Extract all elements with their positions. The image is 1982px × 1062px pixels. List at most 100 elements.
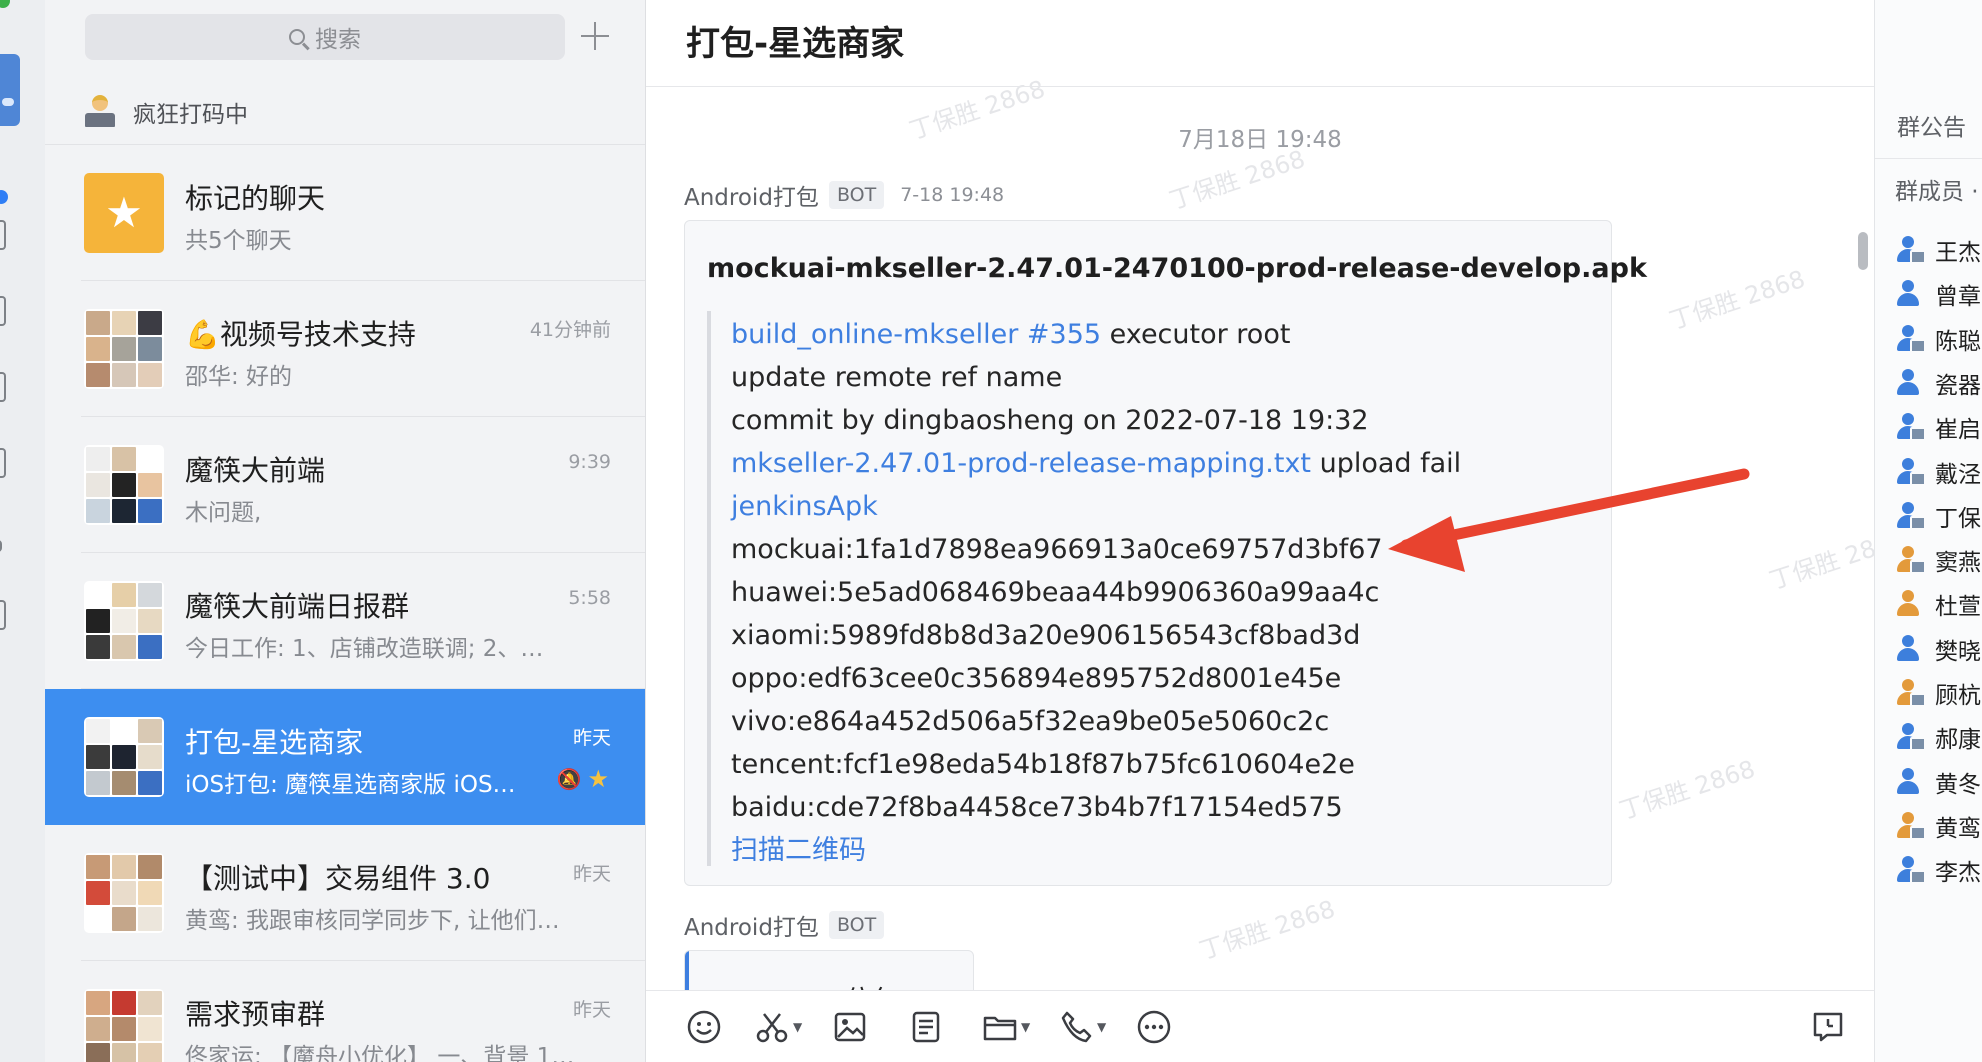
image-button[interactable] xyxy=(832,1009,868,1045)
mapping-link[interactable]: mkseller-2.47.01-prod-release-mapping.tx… xyxy=(731,448,1311,479)
member-name: 瓷器 xyxy=(1935,372,1981,399)
member-item[interactable]: 崔启 xyxy=(1895,407,1981,447)
member-item[interactable]: 王杰 xyxy=(1895,230,1981,270)
rail-apps-icon[interactable] xyxy=(0,540,2,552)
member-item[interactable]: 陈聪 xyxy=(1895,319,1981,359)
conversation-time: 昨天 xyxy=(572,727,611,749)
chat-history-button[interactable] xyxy=(1810,1009,1846,1045)
conversation-name: 魔筷大前端 xyxy=(185,454,326,487)
group-avatar xyxy=(84,717,164,797)
member-list-header[interactable]: 群成员 · xyxy=(1895,172,1979,206)
scrollbar[interactable] xyxy=(1858,232,1868,270)
rail-more-icon[interactable] xyxy=(0,600,6,630)
member-name: 樊晓 xyxy=(1935,638,1981,665)
search-input[interactable]: 搜索 xyxy=(85,14,565,60)
doc-button[interactable] xyxy=(908,1009,944,1045)
group-avatar xyxy=(84,445,164,525)
member-icon xyxy=(1895,368,1921,397)
more-button[interactable] xyxy=(1136,1009,1172,1045)
conversation-preview: 佟家运: 【魔舟小优化】 一、背景 1… xyxy=(185,1044,575,1062)
user-status[interactable]: 疯狂打码中 xyxy=(85,92,248,132)
conversation-list-pane: 搜索 疯狂打码中 ★ 标记的聊天 共5个聊天 💪视频号技术支持 41分钟前 邵华… xyxy=(45,0,646,1062)
message-line: oppo:edf63cee0c356894e895752d8001e45e xyxy=(731,663,1342,694)
document-icon xyxy=(912,1011,940,1043)
rail-docs-icon[interactable] xyxy=(0,220,6,250)
member-name: 陈聪 xyxy=(1935,328,1981,355)
member-item[interactable]: 樊晓 xyxy=(1895,629,1981,669)
member-item[interactable]: 曾章 xyxy=(1895,274,1981,314)
qrcode-link[interactable]: 扫描二维码 xyxy=(731,835,866,866)
watermark: 丁保胜 2868 xyxy=(1765,524,1874,595)
apk-filename: mockuai-mkseller-2.47.01-2470100-prod-re… xyxy=(707,253,1647,284)
member-item[interactable]: 丁保 xyxy=(1895,496,1981,536)
conversation-time: 41分钟前 xyxy=(529,319,611,341)
message-card[interactable]: mockuai-mkseller-2.47.01-2470100-prod-re… xyxy=(684,220,1647,886)
message-line: baidu:cde72f8ba4458ce73b4b7f17154ed575 xyxy=(731,792,1343,823)
member-item[interactable]: 瓷器 xyxy=(1895,363,1981,403)
mute-icon: 🔕 xyxy=(556,767,582,791)
conversation-time: 昨天 xyxy=(572,863,611,885)
conversation-preview: 共5个聊天 xyxy=(185,228,292,254)
rail-workbench-icon[interactable] xyxy=(0,372,6,402)
jenkins-apk-link[interactable]: jenkinsApk xyxy=(731,491,878,522)
group-avatar xyxy=(84,309,164,389)
message-line: mkseller-2.47.01-prod-release-mapping.tx… xyxy=(731,448,1462,479)
member-name: 王杰 xyxy=(1935,240,1981,266)
member-name: 崔启 xyxy=(1935,417,1981,444)
member-icon xyxy=(1895,634,1921,663)
build-link[interactable]: build_online-mkseller #355 xyxy=(731,319,1101,350)
message-sender: Android打包 BOT 7-18 19:48 xyxy=(684,178,1004,212)
date-separator: 7月18日 19:48 xyxy=(1178,127,1342,153)
member-item[interactable]: 黄冬 xyxy=(1895,762,1981,802)
rail-item-messages[interactable] xyxy=(0,54,20,126)
conversation-time: 5:58 xyxy=(568,587,611,609)
conversation-preview: 木问题, xyxy=(185,500,262,526)
conversation-name: 【测试中】交易组件 3.0 xyxy=(185,862,491,895)
group-announcement[interactable]: 群公告 xyxy=(1897,108,1966,142)
conversation-item-active[interactable]: 打包-星选商家 昨天 iOS打包: 魔筷星选商家版 iOS… 🔕 ★ xyxy=(45,689,645,825)
star-icon: ★ xyxy=(587,765,609,793)
conversation-item[interactable]: 【测试中】交易组件 3.0 昨天 黄鸾: 我跟审核同学同步下, 让他们… xyxy=(45,825,645,961)
member-item[interactable]: 黄鸾 xyxy=(1895,806,1981,846)
screenshot-button[interactable]: ▼ xyxy=(754,1009,802,1045)
conversation-preview: 今日工作: 1、店铺改造联调; 2、… xyxy=(185,636,544,662)
member-item[interactable]: 杜萱 xyxy=(1895,584,1981,624)
rail-contacts-icon[interactable] xyxy=(0,448,6,478)
conversation-item[interactable]: 💪视频号技术支持 41分钟前 邵华: 好的 xyxy=(45,281,645,417)
file-button[interactable]: ▼ xyxy=(982,1009,1030,1045)
group-avatar xyxy=(84,581,164,661)
conversation-item[interactable]: 魔筷大前端 9:39 木问题, xyxy=(45,417,645,553)
member-icon xyxy=(1895,767,1921,796)
composer-toolbar: ▼ ▼ ▼ xyxy=(646,990,1874,1062)
member-item[interactable]: 郝康 xyxy=(1895,717,1981,757)
message-line: build_online-mkseller #355 executor root xyxy=(731,319,1291,350)
member-desktop-icon xyxy=(1895,723,1926,752)
quote-bar xyxy=(707,311,711,866)
member-desktop-icon xyxy=(1895,413,1926,442)
call-button[interactable]: ▼ xyxy=(1058,1009,1106,1045)
chevron-down-icon: ▼ xyxy=(1097,1020,1107,1034)
emoji-button[interactable] xyxy=(686,1009,722,1045)
member-item[interactable]: 窦燕 xyxy=(1895,540,1981,580)
member-item[interactable]: 顾杭 xyxy=(1895,673,1981,713)
sender-name[interactable]: Android打包 xyxy=(684,908,819,942)
conversation-item[interactable]: 需求预审群 昨天 佟家运: 【魔舟小优化】 一、背景 1… xyxy=(45,961,645,1062)
message-line: 扫描二维码 xyxy=(731,829,1461,872)
member-name: 黄鸾 xyxy=(1935,815,1981,842)
rail-notification-badge xyxy=(0,190,8,204)
message-line: mockuai:1fa1d7898ea966913a0ce69757d3bf67 xyxy=(731,534,1383,565)
window-control-dot[interactable] xyxy=(0,0,10,8)
member-name: 顾杭 xyxy=(1935,683,1981,709)
rail-calendar-icon[interactable] xyxy=(0,296,6,326)
watermark: 丁保胜 2868 xyxy=(1615,754,1759,825)
conversation-name: 打包-星选商家 xyxy=(185,726,364,759)
conversation-item-marked[interactable]: ★ 标记的聊天 共5个聊天 xyxy=(45,145,645,281)
watermark: 丁保胜 2868 xyxy=(1665,264,1809,335)
conversation-item[interactable]: 魔筷大前端日报群 5:58 今日工作: 1、店铺改造联调; 2、… xyxy=(45,553,645,689)
folder-icon xyxy=(983,1016,1017,1041)
sender-name[interactable]: Android打包 xyxy=(684,178,819,212)
add-icon[interactable] xyxy=(577,18,613,54)
member-item[interactable]: 戴泾 xyxy=(1895,452,1981,492)
member-icon xyxy=(1895,280,1921,308)
member-item[interactable]: 李杰 xyxy=(1895,850,1981,890)
